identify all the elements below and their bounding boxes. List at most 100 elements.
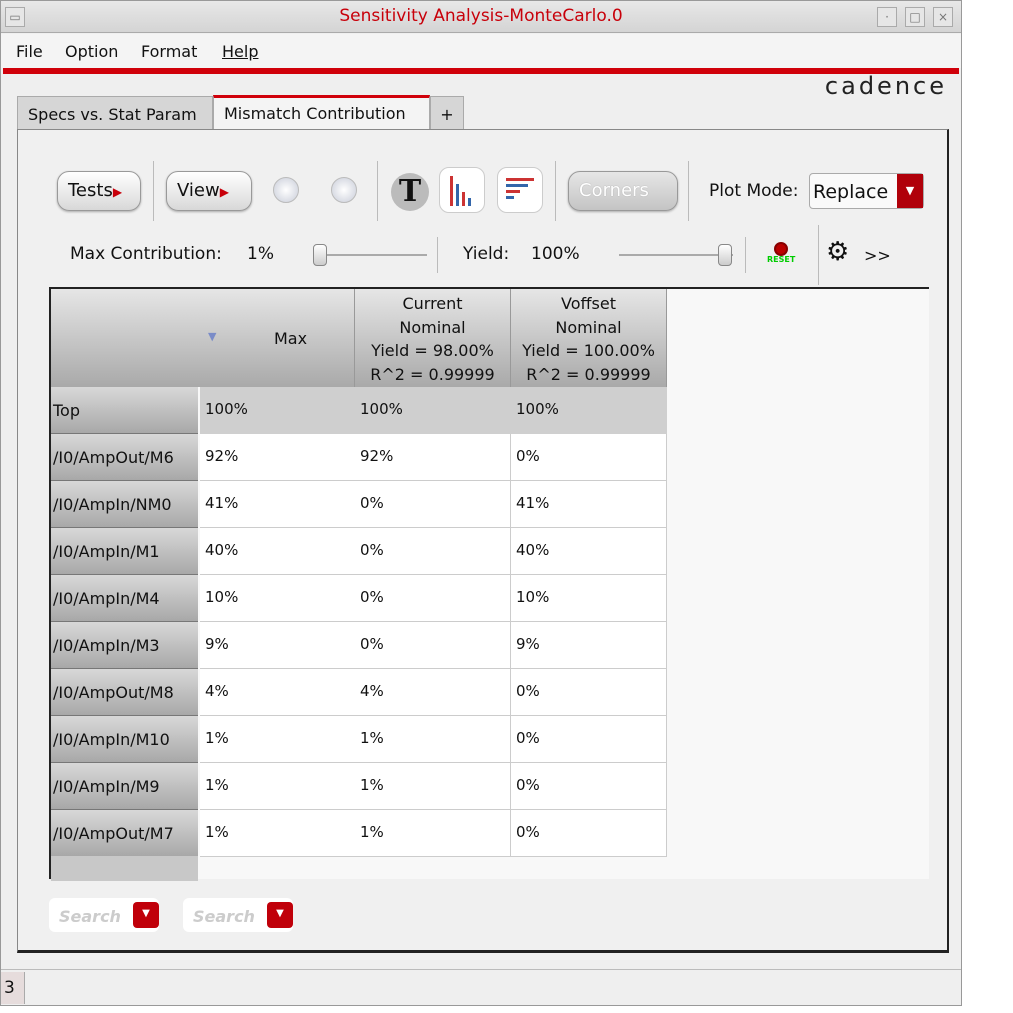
window-title: Sensitivity Analysis-MonteCarlo.0 — [339, 6, 623, 26]
caret-right-icon: ▶ — [219, 185, 229, 199]
corners-button[interactable]: Corners — [568, 171, 678, 211]
header-line: Yield = 98.00% — [371, 341, 494, 360]
tests-button[interactable]: Tests▶ — [57, 171, 141, 211]
yield-slider-thumb[interactable] — [718, 244, 732, 266]
menu-bar: File Option Format Help cadence — [1, 34, 961, 100]
menu-help[interactable]: Help — [222, 42, 258, 61]
max-contribution-label: Max Contribution: — [70, 244, 222, 264]
settings-gear-icon[interactable]: ⚙ — [826, 239, 849, 265]
column-header-current[interactable]: Current Nominal Yield = 98.00% R^2 = 0.9… — [355, 289, 511, 387]
view-label: View — [177, 180, 220, 201]
header-line: R^2 = 0.99999 — [526, 364, 651, 384]
table-cell: 1% — [200, 763, 356, 810]
table-cell: 1% — [355, 810, 511, 857]
separator — [818, 225, 819, 285]
menu-format[interactable]: Format — [141, 42, 197, 61]
reset-button[interactable]: RESET — [767, 242, 797, 270]
row-header[interactable]: /I0/AmpIn/M9 — [51, 763, 198, 810]
search-placeholder: Search — [193, 907, 255, 926]
table-cell: 41% — [511, 481, 667, 528]
plot-mode-select[interactable]: Replace ▼ — [809, 173, 924, 209]
menu-file[interactable]: File — [16, 42, 43, 61]
column-header-max[interactable]: ▼ Max — [200, 289, 355, 387]
corner-header — [51, 289, 200, 387]
dropdown-arrow-icon[interactable]: ▼ — [133, 902, 159, 928]
row-header[interactable]: /I0/AmpOut/M6 — [51, 434, 198, 481]
separator — [688, 161, 689, 221]
move-up-icon[interactable] — [273, 177, 299, 203]
more-button[interactable]: >> — [864, 246, 891, 265]
divider — [3, 68, 959, 74]
max-contribution-slider-thumb[interactable] — [313, 244, 327, 266]
table-cell: 10% — [200, 575, 356, 622]
row-header[interactable]: /I0/AmpIn/NM0 — [51, 481, 198, 528]
table-cell: 0% — [355, 622, 511, 669]
table-cell: 4% — [200, 669, 356, 716]
separator — [153, 161, 154, 221]
menu-option[interactable]: Option — [65, 42, 118, 61]
column-header-label: Max — [274, 329, 308, 348]
max-contribution-slider[interactable] — [313, 254, 427, 256]
minimize-button[interactable]: · — [877, 7, 897, 27]
row-header[interactable]: Top — [51, 387, 198, 434]
separator — [555, 161, 556, 221]
dropdown-arrow-icon: ▼ — [897, 174, 923, 208]
header-line: Voffset — [561, 294, 616, 313]
row-header[interactable]: /I0/AmpIn/M3 — [51, 622, 198, 669]
table-cell: 92% — [200, 434, 356, 481]
row-header[interactable]: /I0/AmpOut/M8 — [51, 669, 198, 716]
row-header[interactable]: /I0/AmpOut/M7 — [51, 810, 198, 857]
table-cell: 40% — [511, 528, 667, 575]
search-input-2[interactable]: Search ▼ — [183, 898, 293, 932]
contribution-table: ▼ Max Current Nominal Yield = 98.00% R^2… — [49, 287, 929, 881]
maximize-button[interactable]: □ — [905, 7, 925, 27]
table-cell: 0% — [511, 716, 667, 763]
table-cell: 100% — [355, 387, 511, 434]
table-cell: 0% — [511, 434, 667, 481]
table-cell: 0% — [511, 669, 667, 716]
status-count: 3 — [1, 972, 25, 1004]
add-tab-button[interactable]: + — [430, 96, 464, 129]
table-cell: 4% — [355, 669, 511, 716]
max-contribution-value: 1% — [247, 244, 274, 264]
row-header[interactable]: /I0/AmpIn/M4 — [51, 575, 198, 622]
table-cell: 0% — [511, 810, 667, 857]
search-input-1[interactable]: Search ▼ — [49, 898, 159, 932]
dropdown-arrow-icon[interactable]: ▼ — [267, 902, 293, 928]
text-view-icon[interactable]: T — [391, 173, 429, 211]
reset-icon — [774, 242, 788, 256]
bar-chart-icon[interactable] — [439, 167, 485, 213]
table-cell: 1% — [355, 763, 511, 810]
table-cell: 100% — [200, 387, 356, 434]
table-cell: 0% — [355, 481, 511, 528]
row-header-filler — [51, 856, 198, 881]
yield-value: 100% — [531, 244, 580, 264]
yield-label: Yield: — [463, 244, 510, 264]
tab-mismatch-contribution[interactable]: Mismatch Contribution — [213, 95, 430, 130]
header-line: Nominal — [399, 317, 466, 337]
table-cell: 9% — [200, 622, 356, 669]
row-header[interactable]: /I0/AmpIn/M1 — [51, 528, 198, 575]
plot-mode-value: Replace — [813, 181, 889, 203]
table-cell: 0% — [511, 763, 667, 810]
tests-label: Tests — [68, 180, 113, 201]
table-cell: 41% — [200, 481, 356, 528]
row-header[interactable]: /I0/AmpIn/M10 — [51, 716, 198, 763]
column-header-voffset[interactable]: Voffset Nominal Yield = 100.00% R^2 = 0.… — [511, 289, 667, 387]
reset-label: RESET — [767, 255, 796, 264]
table-cell: 1% — [200, 810, 356, 857]
close-button[interactable]: × — [933, 7, 953, 27]
table-cell: 10% — [511, 575, 667, 622]
header-line: Current — [402, 294, 463, 313]
horizontal-bar-chart-icon[interactable] — [497, 167, 543, 213]
cadence-logo: cadence — [824, 72, 947, 100]
header-line: R^2 = 0.99999 — [370, 364, 495, 384]
table-cell: 92% — [355, 434, 511, 481]
view-button[interactable]: View▶ — [166, 171, 252, 211]
window: ▭ Sensitivity Analysis-MonteCarlo.0 · □ … — [0, 0, 962, 1006]
status-bar: 3 — [1, 969, 961, 1005]
yield-slider[interactable] — [619, 254, 733, 256]
tab-specs-vs-stat-param[interactable]: Specs vs. Stat Param — [17, 96, 213, 129]
corners-label: Corners — [579, 180, 649, 201]
move-down-icon[interactable] — [331, 177, 357, 203]
